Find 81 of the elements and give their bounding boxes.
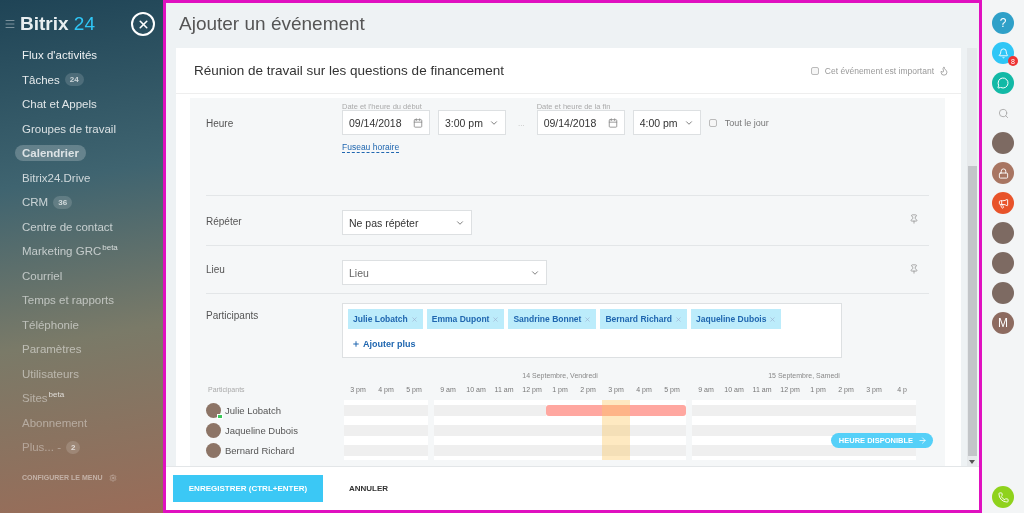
calendar-icon: [413, 117, 423, 128]
close-icon: [136, 17, 150, 31]
time-select[interactable]: 4:00 pm: [632, 110, 701, 135]
arrow-icon: [918, 436, 927, 445]
remove-icon[interactable]: [410, 315, 418, 323]
pin-icon[interactable]: [909, 264, 919, 274]
remove-icon[interactable]: [675, 315, 683, 323]
menu-item[interactable]: Tâches: [22, 73, 60, 86]
menu-item[interactable]: Chat et Appels: [22, 98, 97, 111]
user-avatar[interactable]: M: [992, 312, 1014, 334]
important-label: Cet événement est important: [824, 65, 934, 76]
participant-tag[interactable]: Bernard Richard: [600, 309, 688, 329]
search-icon: [997, 107, 1009, 119]
participant-tag[interactable]: Emma Dupont: [426, 309, 505, 329]
field-label: Participants: [206, 310, 260, 323]
field-label: Répéter: [206, 216, 243, 229]
remove-icon[interactable]: [769, 315, 777, 323]
date-field[interactable]: 09/14/2018: [342, 110, 430, 135]
participant-name: Jaqueline Dubois: [225, 424, 298, 436]
participant-tag[interactable]: Jaqueline Dubois: [691, 309, 782, 329]
help-button[interactable]: ?: [992, 12, 1014, 34]
date-field[interactable]: 09/14/2018: [536, 110, 625, 135]
menu-item[interactable]: Centre de contact: [22, 220, 113, 233]
time-select[interactable]: 3:00 pm: [438, 110, 506, 135]
field-label: Lieu: [206, 264, 226, 277]
calendar-icon: [607, 117, 618, 128]
phone-button[interactable]: [992, 486, 1014, 508]
menu-icon[interactable]: [4, 18, 16, 30]
bell-icon: [997, 47, 1009, 59]
selected-slot[interactable]: [602, 400, 630, 460]
avatar[interactable]: [992, 252, 1014, 274]
close-button[interactable]: [131, 12, 155, 36]
scrollbar[interactable]: [967, 48, 977, 466]
plus-icon: [352, 340, 360, 348]
remove-icon[interactable]: [584, 315, 592, 323]
chat-button[interactable]: [992, 72, 1014, 94]
field-label: Heure: [206, 118, 235, 131]
participant-name: Julie Lobatch: [225, 404, 281, 416]
beta-label: beta: [102, 243, 118, 252]
event-title: Réunion de travail sur les questions de financement: [194, 63, 505, 78]
menu-item[interactable]: Bitrix24.Drive: [22, 171, 91, 184]
menu-item[interactable]: Calendrier: [15, 145, 86, 162]
logo: Bitrix 24: [20, 13, 96, 35]
menu-item[interactable]: Téléphonie: [22, 318, 79, 331]
avatar[interactable]: [992, 282, 1014, 304]
phone-icon: [997, 491, 1009, 503]
all-day-checkbox[interactable]: [708, 118, 717, 127]
panel-title: Ajouter un événement: [178, 12, 366, 36]
counter-badge: 36: [53, 195, 73, 209]
menu-item[interactable]: Temps et rapports: [22, 294, 115, 307]
cancel-button[interactable]: ANNULER: [343, 483, 395, 494]
menu-item[interactable]: CRM: [22, 196, 49, 209]
participant-name: Bernard Richard: [225, 444, 295, 456]
flame-icon: [939, 65, 949, 76]
counter-badge: 24: [64, 73, 84, 87]
avatar[interactable]: [992, 132, 1014, 154]
counter-badge: 2: [66, 440, 81, 454]
remove-icon[interactable]: [492, 315, 500, 323]
lock-icon: [997, 167, 1009, 179]
add-more-link[interactable]: Ajouter plus: [352, 339, 416, 349]
separator: ...: [518, 119, 525, 128]
megaphone-button[interactable]: [992, 192, 1014, 214]
menu-item[interactable]: Courriel: [22, 269, 63, 282]
menu-item[interactable]: Groupes de travail: [22, 122, 116, 135]
avatar[interactable]: [992, 222, 1014, 244]
participants-field[interactable]: Julie Lobatch Emma Dupont Sandrine Bonnet Bernard Richard Jaqueline Dubois Ajouter plus: [342, 303, 842, 358]
participant-tag[interactable]: Julie Lobatch: [348, 309, 423, 329]
menu-item[interactable]: Marketing GRC: [22, 245, 102, 258]
pin-icon[interactable]: [909, 214, 919, 224]
chat-icon: [997, 77, 1009, 89]
all-day-label: Tout le jour: [724, 117, 769, 128]
important-checkbox[interactable]: [810, 66, 819, 75]
menu-item[interactable]: Flux d'activités: [22, 49, 98, 62]
lock-button[interactable]: [992, 162, 1014, 184]
megaphone-icon: [997, 197, 1009, 209]
participant-tag[interactable]: Sandrine Bonnet: [508, 309, 597, 329]
timezone-link[interactable]: Fuseau horaire: [342, 142, 400, 153]
settings-icon[interactable]: [108, 473, 117, 482]
beta-label: beta: [48, 390, 65, 399]
location-select[interactable]: Lieu: [342, 260, 547, 285]
repeat-select[interactable]: Ne pas répéter: [342, 210, 472, 235]
